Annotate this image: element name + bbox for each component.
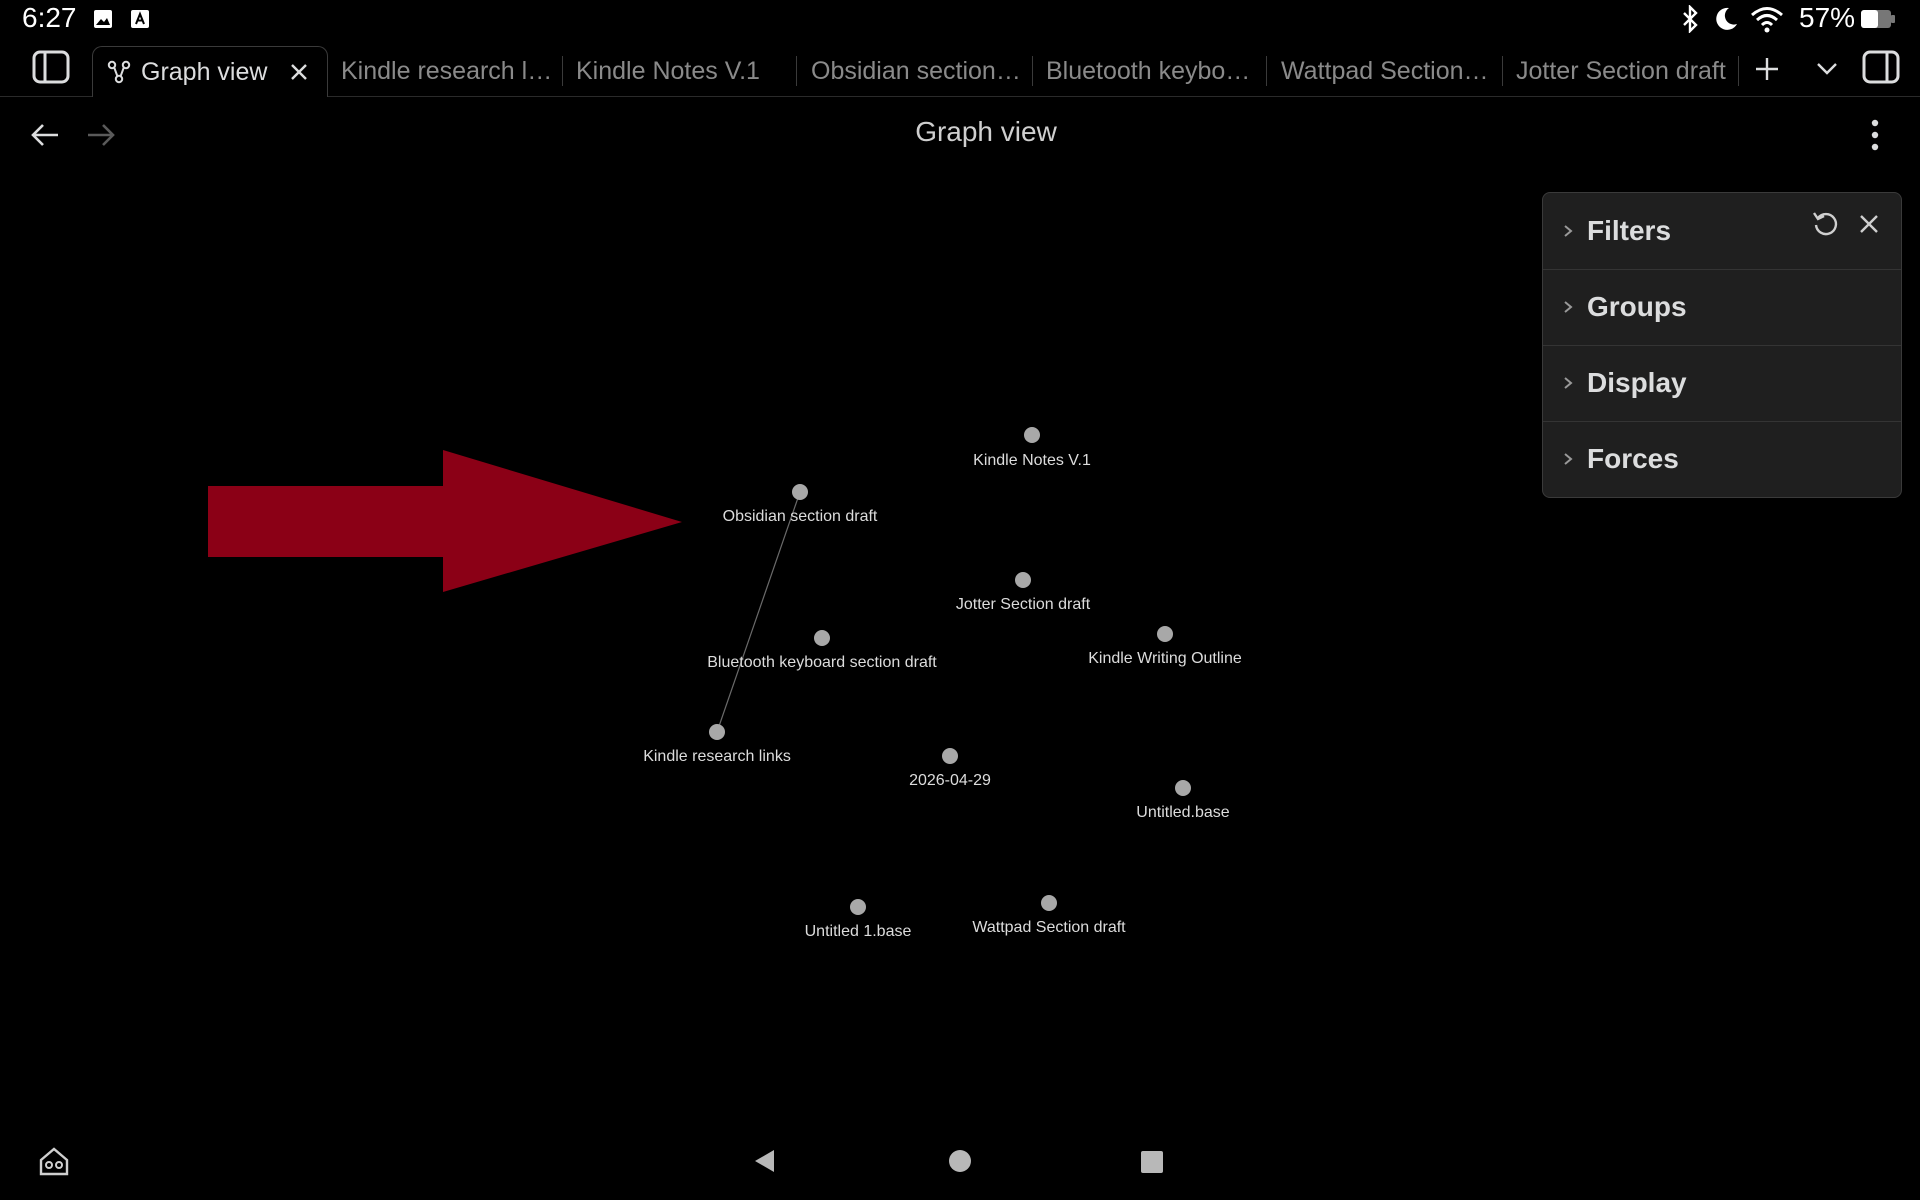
section-label: Filters — [1587, 215, 1672, 246]
section-label: Groups — [1587, 291, 1687, 322]
tab-label: Obsidian section ... — [811, 56, 1023, 85]
tab-label: Wattpad Section d... — [1281, 56, 1493, 85]
tab-kindle-research-links[interactable]: Kindle research lin... — [341, 46, 553, 96]
panel-section-forces[interactable]: Forces — [1543, 421, 1901, 497]
graph-icon — [107, 60, 131, 84]
tab-separator — [1266, 56, 1267, 86]
tab-wattpad-section[interactable]: Wattpad Section d... — [1281, 46, 1493, 96]
left-sidebar-toggle-icon[interactable] — [32, 50, 70, 84]
tab-label: Graph view — [141, 57, 268, 86]
wifi-icon — [1751, 7, 1783, 33]
tab-separator — [796, 56, 797, 86]
graph-settings-panel: Filters Groups Display Forces — [1542, 192, 1902, 498]
node-label: Wattpad Section draft — [972, 919, 1126, 936]
chevron-right-icon — [1564, 225, 1573, 237]
tab-kindle-notes[interactable]: Kindle Notes V.1 — [576, 46, 786, 96]
nav-home-icon[interactable] — [948, 1149, 972, 1173]
tab-jotter-section[interactable]: Jotter Section draft — [1516, 46, 1732, 96]
node-label: Kindle Writing Outline — [1088, 650, 1242, 667]
tab-label: Kindle Notes V.1 — [576, 56, 760, 85]
graph-node[interactable]: Wattpad Section draft — [972, 895, 1126, 936]
node-label: Jotter Section draft — [956, 596, 1091, 613]
panel-section-groups[interactable]: Groups — [1543, 269, 1901, 346]
graph-node[interactable]: Kindle Writing Outline — [1088, 626, 1242, 667]
bluetooth-icon — [1683, 5, 1698, 33]
chevron-right-icon — [1564, 453, 1573, 465]
battery-percent: 57% — [1799, 2, 1856, 33]
tab-label: Bluetooth keyboar... — [1046, 56, 1258, 85]
new-tab-icon[interactable] — [1754, 56, 1780, 82]
graph-node[interactable]: 2026-04-29 — [909, 748, 991, 789]
panel-section-filters[interactable]: Filters — [1543, 193, 1901, 270]
node-dot[interactable] — [1157, 626, 1173, 642]
right-sidebar-toggle-icon[interactable] — [1862, 50, 1900, 84]
system-nav-bar — [0, 1120, 1920, 1200]
graph-node[interactable]: Untitled.base — [1136, 780, 1230, 821]
section-label: Display — [1587, 367, 1687, 398]
panel-section-display[interactable]: Display — [1543, 345, 1901, 422]
graph-node[interactable]: Obsidian section draft — [723, 484, 878, 525]
a-icon — [131, 10, 149, 28]
graph-node[interactable]: Kindle research links — [643, 724, 791, 765]
node-label: Untitled 1.base — [805, 923, 912, 940]
nav-recents-icon[interactable] — [1140, 1150, 1164, 1174]
node-dot[interactable] — [792, 484, 808, 500]
reset-icon[interactable] — [1811, 209, 1841, 239]
status-bar: 6:27 57% — [0, 0, 1920, 38]
node-dot[interactable] — [814, 630, 830, 646]
tab-bluetooth-keyboard[interactable]: Bluetooth keyboar... — [1046, 46, 1258, 96]
node-label: Kindle Notes V.1 — [973, 452, 1091, 469]
node-dot[interactable] — [1041, 895, 1057, 911]
graph-node[interactable]: Kindle Notes V.1 — [973, 427, 1091, 469]
node-label: 2026-04-29 — [909, 772, 991, 789]
section-label: Forces — [1587, 443, 1679, 474]
chevron-right-icon — [1564, 301, 1573, 313]
close-tab-icon[interactable] — [289, 62, 309, 82]
node-label: Obsidian section draft — [723, 508, 878, 525]
chevron-down-icon[interactable] — [1814, 60, 1840, 78]
node-dot[interactable] — [1015, 572, 1031, 588]
chevron-right-icon — [1564, 377, 1573, 389]
node-dot[interactable] — [1175, 780, 1191, 796]
image-icon — [94, 10, 112, 28]
node-dot[interactable] — [1024, 427, 1040, 443]
vault-icon[interactable] — [38, 1146, 70, 1176]
tab-graph-view[interactable]: Graph view — [92, 46, 328, 97]
tab-label: Kindle research lin... — [341, 56, 553, 85]
close-icon[interactable] — [1858, 213, 1880, 235]
node-label: Bluetooth keyboard section draft — [707, 654, 937, 671]
tab-obsidian-section[interactable]: Obsidian section ... — [811, 46, 1023, 96]
graph-node[interactable]: Untitled 1.base — [805, 899, 912, 940]
node-dot[interactable] — [850, 899, 866, 915]
tab-separator — [1738, 56, 1739, 86]
red-arrow-annotation — [208, 450, 682, 592]
tab-separator — [1502, 56, 1503, 86]
tab-bar: Graph view Kindle research lin... Kindle… — [0, 40, 1920, 97]
status-time: 6:27 — [22, 2, 77, 33]
node-dot[interactable] — [942, 748, 958, 764]
node-dot[interactable] — [709, 724, 725, 740]
tab-separator — [562, 56, 563, 86]
graph-link — [716, 491, 801, 733]
tab-separator — [1032, 56, 1033, 86]
nav-back-icon[interactable] — [752, 1148, 778, 1174]
moon-icon — [1716, 7, 1737, 30]
tab-label: Jotter Section draft — [1516, 56, 1726, 85]
graph-node[interactable]: Bluetooth keyboard section draft — [707, 630, 937, 671]
battery-icon — [1861, 10, 1895, 28]
node-label: Untitled.base — [1136, 804, 1229, 821]
node-label: Kindle research links — [643, 748, 791, 765]
graph-node[interactable]: Jotter Section draft — [956, 572, 1091, 613]
